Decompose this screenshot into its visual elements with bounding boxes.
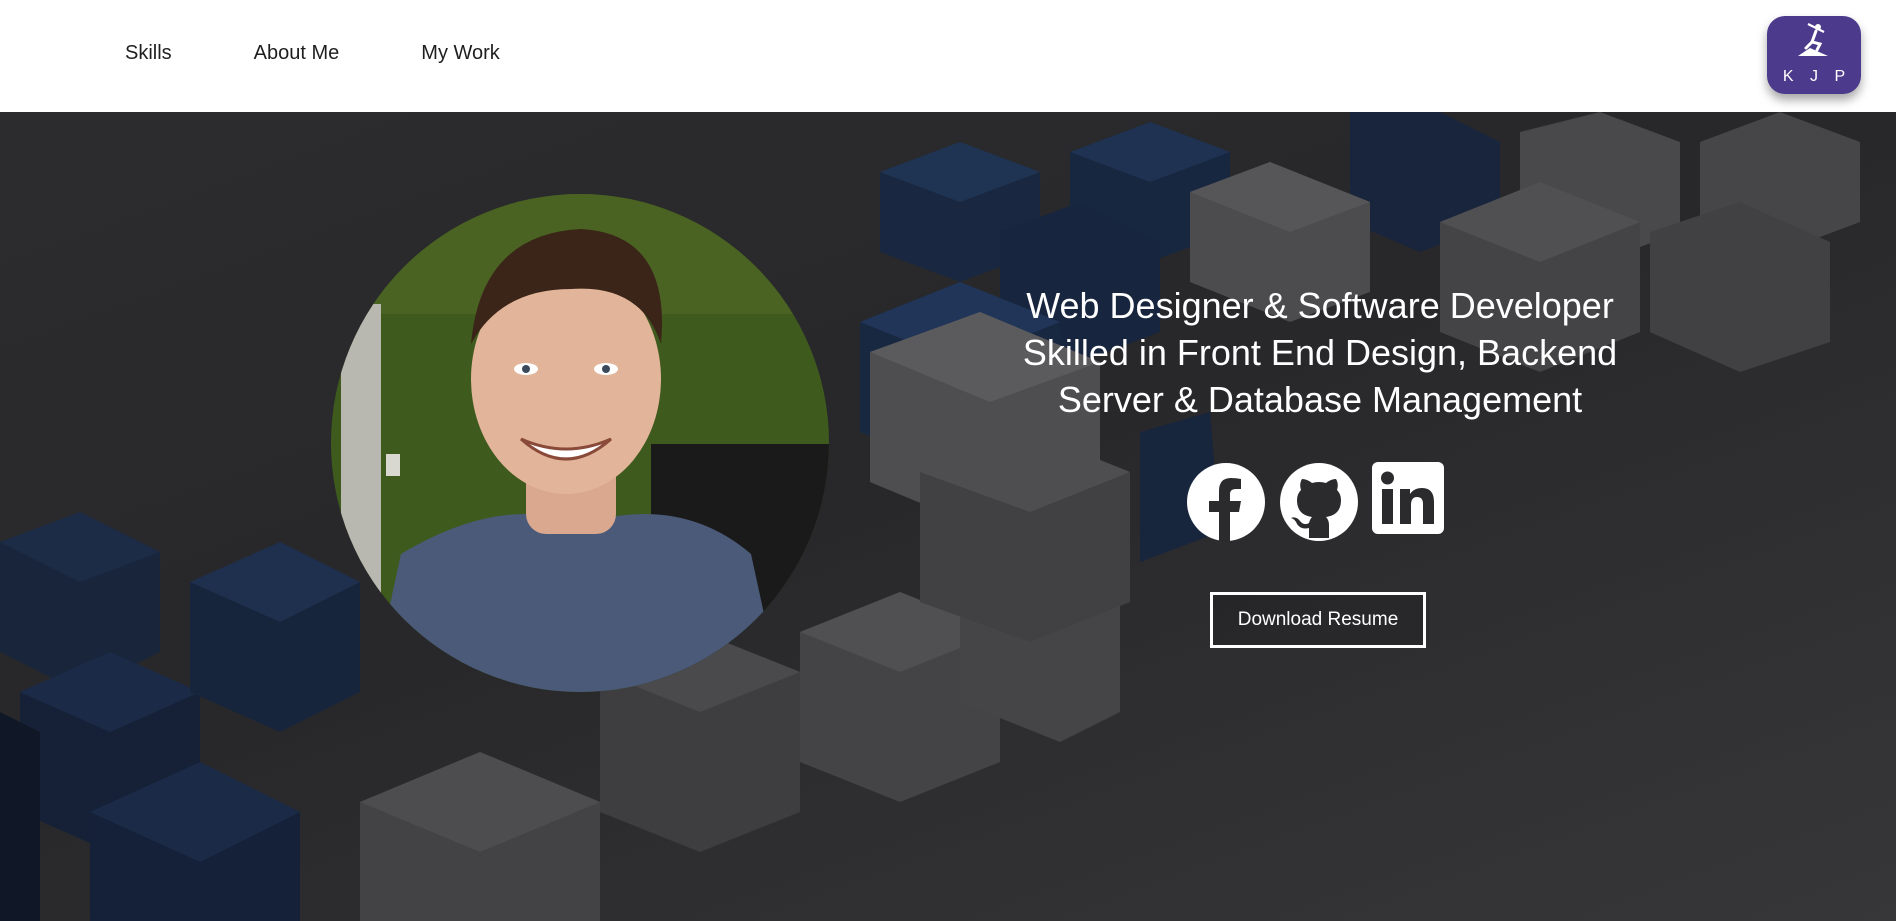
nav-link-my-work[interactable]: My Work [421, 42, 500, 65]
nav-link-about-me[interactable]: About Me [254, 42, 340, 65]
linkedin-icon[interactable] [1372, 462, 1452, 542]
hero-headline: Web Designer & Software Developer Skille… [980, 282, 1660, 423]
site-logo[interactable]: K J P [1767, 16, 1861, 94]
headline-line-3: Server & Database Management [1057, 379, 1583, 420]
top-navigation-bar: Skills About Me My Work K J P [0, 0, 1896, 112]
main-nav: Skills About Me My Work [125, 42, 582, 65]
facebook-icon[interactable] [1186, 462, 1266, 542]
headline-line-2: Skilled in Front End Design, Backend [1022, 332, 1618, 373]
social-links [1186, 462, 1465, 542]
logo-initials: K J P [1782, 68, 1852, 85]
github-icon[interactable] [1279, 462, 1359, 542]
miner-icon [1798, 23, 1828, 56]
nav-link-skills[interactable]: Skills [125, 42, 172, 65]
headline-line-1: Web Designer & Software Developer [1026, 285, 1614, 326]
profile-photo-illustration [331, 194, 829, 692]
profile-photo [331, 194, 829, 692]
hero-overlay [0, 112, 1896, 921]
download-resume-button[interactable]: Download Resume [1210, 592, 1426, 648]
hero-section: Web Designer & Software Developer Skille… [0, 112, 1896, 921]
